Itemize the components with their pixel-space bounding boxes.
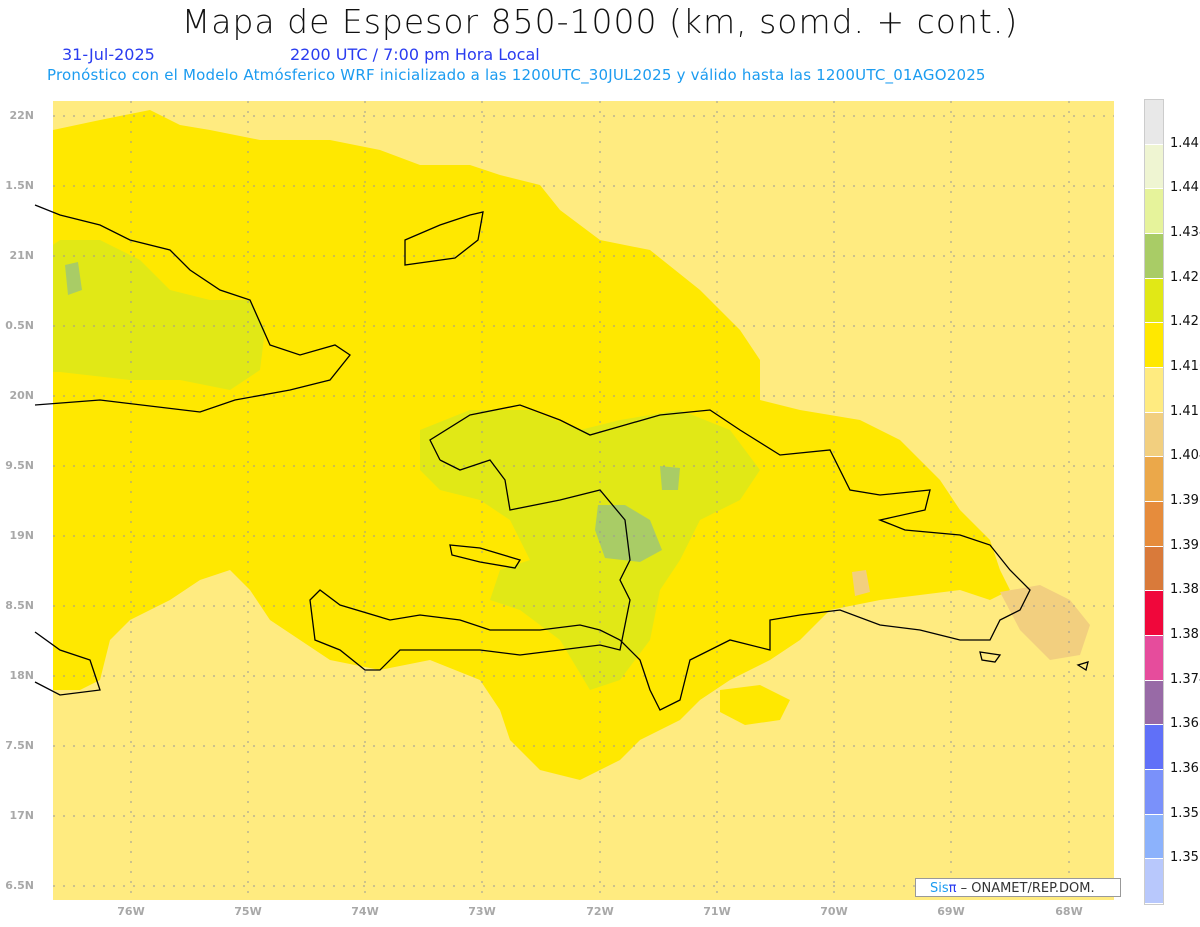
colorbar-label: 1.404: [1170, 448, 1200, 464]
lon-label: 72W: [586, 905, 614, 918]
colorbar-swatch: [1145, 323, 1163, 369]
colorbar-swatch: [1145, 591, 1163, 637]
colorbar-swatch: [1145, 859, 1163, 905]
lat-label: 6.5N: [5, 879, 34, 892]
thickness-map: [34, 101, 1114, 900]
colorbar-label: 1.38: [1170, 627, 1199, 642]
lon-label: 76W: [117, 905, 145, 918]
lon-label: 68W: [1055, 905, 1083, 918]
colorbar-swatch: [1145, 189, 1163, 235]
lon-label: 74W: [351, 905, 379, 918]
colorbar-swatch: [1145, 725, 1163, 771]
colorbar-swatch: [1145, 502, 1163, 547]
colorbar-label: 1.422: [1170, 314, 1200, 330]
colorbar-label: 1.356: [1170, 805, 1200, 821]
colorbar: [1144, 99, 1164, 905]
colorbar-label: 1.386: [1170, 582, 1200, 598]
colorbar-label: 1.416: [1170, 359, 1200, 374]
colorbar-swatch: [1145, 457, 1163, 503]
colorbar-swatch: [1145, 278, 1163, 324]
colorbar-swatch: [1145, 680, 1163, 726]
credit-sis: Sis: [930, 881, 949, 896]
lon-label: 70W: [820, 905, 848, 918]
lat-label: 21N: [9, 249, 34, 262]
lon-label: 75W: [234, 905, 262, 918]
colorbar-swatch: [1145, 144, 1163, 190]
lat-label: 20N: [9, 389, 34, 402]
colorbar-label: 1.392: [1170, 537, 1200, 553]
colorbar-label: 1.398: [1170, 493, 1200, 508]
lat-label: 8.5N: [5, 599, 34, 612]
colorbar-label: 1.44: [1170, 180, 1199, 196]
credit-box: Sisπ – ONAMET/REP.DOM.: [915, 878, 1121, 897]
colorbar-label: 1.446: [1170, 135, 1200, 151]
colorbar-label: 1.428: [1170, 269, 1200, 285]
colorbar-label: 1.41: [1170, 403, 1199, 419]
lat-label: 18N: [9, 669, 34, 682]
colorbar-swatch: [1145, 100, 1163, 145]
lat-label: 0.5N: [5, 319, 34, 332]
colorbar-swatch: [1145, 234, 1163, 279]
lat-label: 19N: [9, 529, 34, 542]
credit-onamet: – ONAMET/REP.DOM.: [956, 881, 1095, 896]
colorbar-swatch: [1145, 636, 1163, 681]
lon-label: 71W: [703, 905, 731, 918]
colorbar-label: 1.434: [1170, 225, 1200, 240]
lat-label: 1.5N: [5, 179, 34, 192]
colorbar-swatch: [1145, 814, 1163, 860]
colorbar-label: 1.374: [1170, 671, 1200, 687]
colorbar-swatch: [1145, 770, 1163, 815]
colorbar-swatch: [1145, 546, 1163, 592]
colorbar-label: 1.35: [1170, 850, 1199, 866]
lon-label: 73W: [468, 905, 496, 918]
region-1428: [660, 466, 680, 490]
colorbar-label: 1.362: [1170, 761, 1200, 776]
lat-label: 17N: [9, 809, 34, 822]
lat-label: 22N: [9, 109, 34, 122]
colorbar-swatch: [1145, 368, 1163, 413]
lon-label: 69W: [937, 905, 965, 918]
colorbar-label: 1.368: [1170, 716, 1200, 732]
lat-label: 9.5N: [5, 459, 34, 472]
colorbar-swatch: [1145, 412, 1163, 458]
lat-label: 7.5N: [5, 739, 34, 752]
